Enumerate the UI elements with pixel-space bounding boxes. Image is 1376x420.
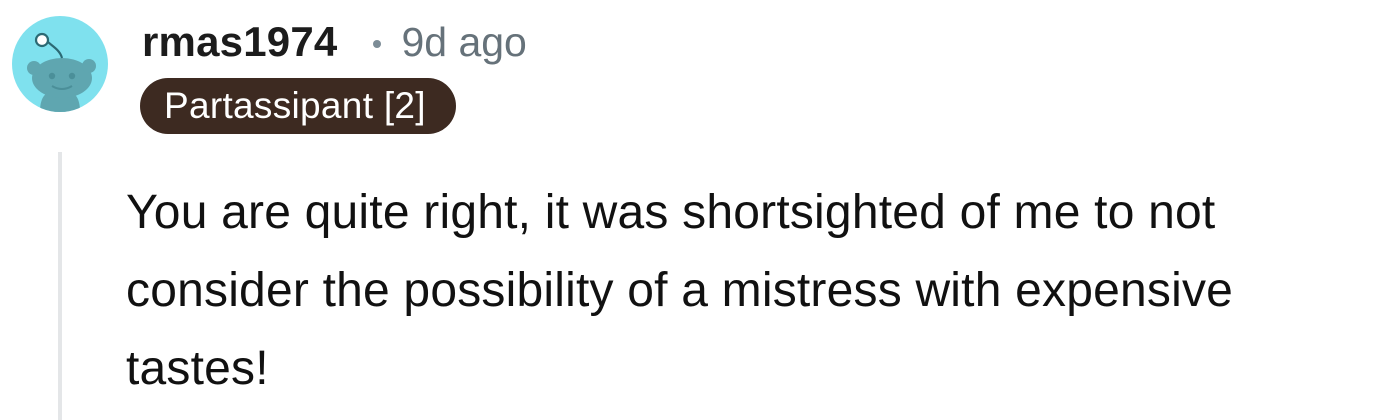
snoo-icon xyxy=(27,32,96,112)
comment-header: rmas1974 9d ago xyxy=(142,14,527,70)
comment-body: You are quite right, it was shortsighted… xyxy=(126,186,1234,395)
separator-dot xyxy=(373,40,382,48)
user-flair-badge: Partassipant [2] xyxy=(140,78,456,134)
timestamp[interactable]: 9d ago xyxy=(401,19,526,66)
thread-line[interactable] xyxy=(58,152,62,420)
username-link[interactable]: rmas1974 xyxy=(142,18,337,66)
user-avatar[interactable] xyxy=(12,16,108,112)
comment: rmas1974 9d ago Partassipant [2] You are… xyxy=(0,0,1376,420)
